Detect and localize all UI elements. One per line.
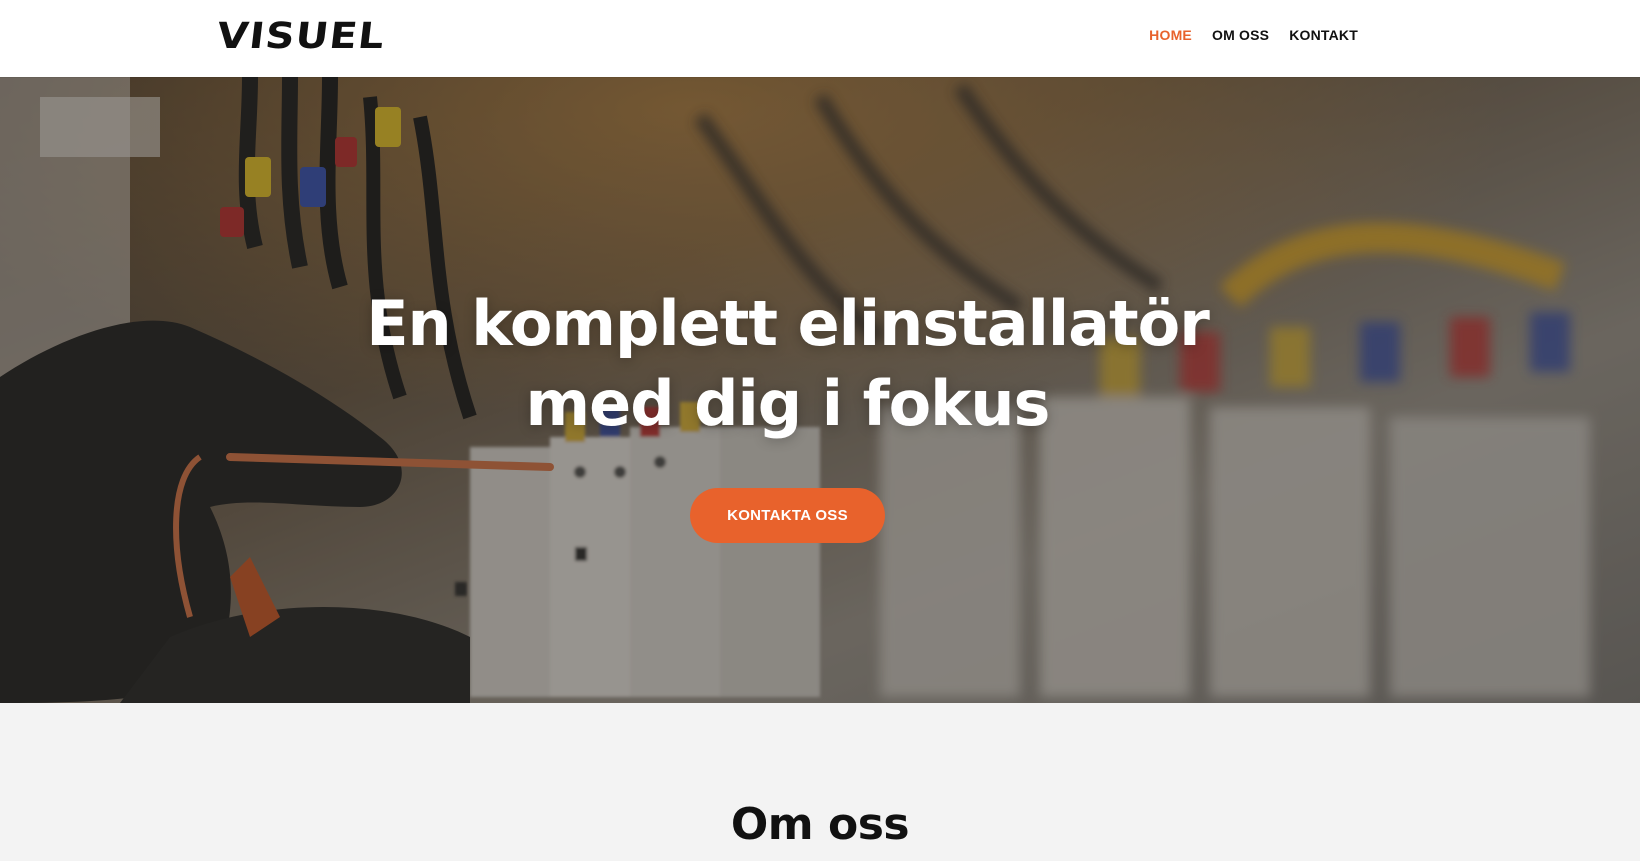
about-section: Om oss [0,703,1640,861]
logo[interactable]: VISUEL [215,16,388,57]
hero-section: En komplett elinstallatör med dig i foku… [0,77,1640,703]
contact-us-button[interactable]: KONTAKTA OSS [690,488,885,543]
nav-item-om-oss[interactable]: OM OSS [1212,27,1269,43]
page: VISUEL HOME OM OSS KONTAKT En komplett e… [0,0,1640,861]
about-title: Om oss [730,799,910,850]
logo-text: VISUEL [214,15,388,57]
hero-title-line-1: En komplett elinstallatör [366,287,1210,360]
hero-content: En komplett elinstallatör med dig i foku… [0,77,1640,703]
hero-title: En komplett elinstallatör med dig i foku… [320,284,1255,444]
hero-title-line-2: med dig i fokus [525,367,1051,440]
nav-item-home[interactable]: HOME [1149,27,1192,43]
nav-item-kontakt[interactable]: KONTAKT [1289,27,1358,43]
main-nav: HOME OM OSS KONTAKT [1149,27,1358,43]
site-header: VISUEL HOME OM OSS KONTAKT [0,0,1640,77]
